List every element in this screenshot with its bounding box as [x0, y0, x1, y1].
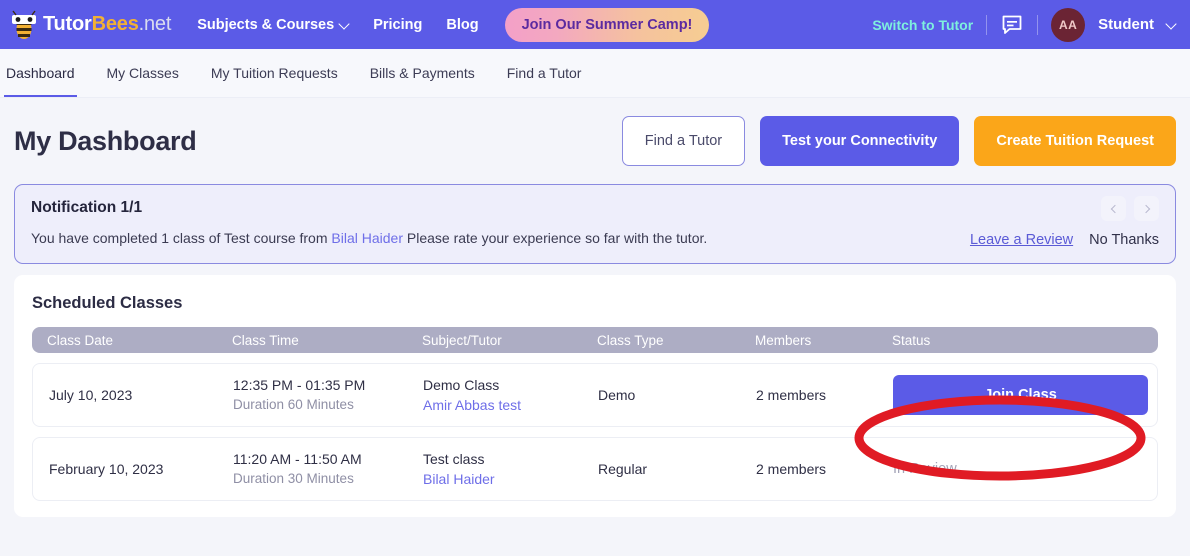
chat-bubble-icon[interactable]	[1000, 13, 1024, 37]
page-content: My Dashboard Find a Tutor Test your Conn…	[0, 98, 1190, 517]
cell-status: Join Class	[893, 375, 1157, 415]
table-row[interactable]: July 10, 2023 12:35 PM - 01:35 PM Durati…	[32, 363, 1158, 427]
page-action-buttons: Find a Tutor Test your Connectivity Crea…	[621, 116, 1176, 166]
chevron-left-icon[interactable]	[1101, 196, 1126, 221]
class-duration-value: Duration 30 Minutes	[233, 471, 354, 487]
cell-class-type: Demo	[598, 385, 756, 405]
column-header-class-time: Class Time	[232, 332, 299, 348]
notification-panel: Notification 1/1 You have completed 1 cl…	[14, 184, 1176, 264]
class-time-value: 12:35 PM - 01:35 PM	[233, 377, 366, 394]
cell-class-date: July 10, 2023	[33, 385, 233, 405]
status-badge: In Review	[893, 461, 957, 477]
tab-bills-payments[interactable]: Bills & Payments	[368, 49, 477, 97]
chevron-down-icon	[340, 20, 349, 29]
no-thanks-button[interactable]: No Thanks	[1089, 232, 1159, 248]
column-header-subject-tutor: Subject/Tutor	[422, 332, 502, 348]
notification-pager	[1101, 196, 1159, 221]
find-a-tutor-button[interactable]: Find a Tutor	[621, 116, 746, 166]
class-date-value: July 10, 2023	[49, 386, 133, 403]
tab-dashboard[interactable]: Dashboard	[4, 49, 77, 97]
brand-logo[interactable]: TutorBees.net	[10, 10, 171, 40]
nav-label: Pricing	[373, 16, 423, 33]
class-date-value: February 10, 2023	[49, 460, 164, 477]
column-header-status: Status	[892, 332, 931, 348]
tutor-link[interactable]: Amir Abbas test	[423, 397, 521, 413]
tab-label: Find a Tutor	[506, 65, 582, 81]
join-class-button[interactable]: Join Class	[893, 375, 1148, 415]
tutor-link[interactable]: Bilal Haider	[423, 471, 495, 487]
create-tuition-request-button[interactable]: Create Tuition Request	[974, 116, 1176, 166]
page-header: My Dashboard Find a Tutor Test your Conn…	[14, 98, 1176, 184]
class-duration-value: Duration 60 Minutes	[233, 397, 354, 413]
leave-a-review-link[interactable]: Leave a Review	[970, 232, 1073, 248]
cell-status: In Review	[893, 460, 1157, 478]
members-value: 2 members	[756, 386, 827, 403]
page-title: My Dashboard	[14, 125, 197, 156]
brand-part-2: Bees	[91, 13, 139, 35]
table-row[interactable]: February 10, 2023 11:20 AM - 11:50 AM Du…	[32, 437, 1158, 501]
nav-item-subjects-courses[interactable]: Subjects & Courses	[197, 17, 349, 33]
brand-part-3: .net	[138, 13, 172, 35]
class-type-value: Regular	[598, 460, 648, 477]
scheduled-classes-title: Scheduled Classes	[32, 294, 183, 312]
cell-class-time: 11:20 AM - 11:50 AM Duration 30 Minutes	[233, 449, 423, 489]
nav-item-pricing[interactable]: Pricing	[373, 17, 422, 33]
column-header-class-date: Class Date	[47, 332, 114, 348]
avatar[interactable]: AA	[1051, 7, 1086, 42]
brand-wordmark: TutorBees.net	[43, 13, 171, 36]
divider	[1037, 14, 1039, 35]
user-menu-label[interactable]: Student	[1098, 16, 1154, 33]
cell-subject-tutor: Demo Class Amir Abbas test	[423, 375, 598, 416]
switch-to-tutor-link[interactable]: Switch to Tutor	[872, 17, 973, 33]
cell-members: 2 members	[756, 459, 893, 479]
secondary-nav: Dashboard My Classes My Tuition Requests…	[0, 49, 1190, 98]
column-header-class-type: Class Type	[597, 332, 664, 348]
tab-label: Bills & Payments	[369, 65, 475, 81]
top-header-bar: TutorBees.net Subjects & Courses Pricing…	[0, 0, 1190, 49]
notification-actions: Leave a Review No Thanks	[970, 232, 1159, 248]
bee-logo-icon	[10, 10, 38, 40]
class-type-value: Demo	[598, 386, 636, 403]
tab-label: Dashboard	[6, 65, 75, 81]
cell-subject-tutor: Test class Bilal Haider	[423, 449, 598, 490]
tab-my-classes[interactable]: My Classes	[105, 49, 181, 97]
column-header-members: Members	[755, 332, 812, 348]
notification-text-after: Please rate your experience so far with …	[402, 230, 708, 246]
subject-value: Demo Class	[423, 376, 500, 393]
notification-title: Notification 1/1	[31, 199, 143, 216]
cell-class-time: 12:35 PM - 01:35 PM Duration 60 Minutes	[233, 375, 423, 415]
cell-class-type: Regular	[598, 459, 756, 479]
test-connectivity-button[interactable]: Test your Connectivity	[760, 116, 960, 166]
cell-class-date: February 10, 2023	[33, 459, 233, 479]
nav-item-blog[interactable]: Blog	[446, 17, 478, 33]
nav-label: Subjects & Courses	[197, 16, 335, 33]
tab-label: My Tuition Requests	[210, 65, 338, 81]
members-value: 2 members	[756, 460, 827, 477]
summer-camp-button[interactable]: Join Our Summer Camp!	[504, 7, 710, 42]
scheduled-classes-card: Scheduled Classes Class Date Class Time …	[14, 275, 1176, 517]
notification-tutor-link[interactable]: Bilal Haider	[331, 230, 403, 246]
tab-my-tuition-requests[interactable]: My Tuition Requests	[209, 49, 340, 97]
subject-value: Test class	[423, 450, 485, 467]
tab-find-a-tutor[interactable]: Find a Tutor	[505, 49, 584, 97]
header-right-group: Switch to Tutor AA Student	[872, 7, 1176, 42]
brand-part-1: Tutor	[43, 13, 92, 35]
tab-label: My Classes	[106, 65, 179, 81]
cell-members: 2 members	[756, 385, 893, 405]
class-time-value: 11:20 AM - 11:50 AM	[233, 451, 362, 468]
primary-nav: Subjects & Courses Pricing Blog Join Our…	[197, 7, 710, 42]
divider	[986, 14, 988, 35]
chevron-down-icon[interactable]	[1167, 20, 1176, 29]
notification-text-before: You have completed 1 class of Test cours…	[31, 230, 332, 246]
table-header-row: Class Date Class Time Subject/Tutor Clas…	[32, 327, 1158, 353]
nav-label: Blog	[446, 16, 479, 33]
chevron-right-icon[interactable]	[1134, 196, 1159, 221]
